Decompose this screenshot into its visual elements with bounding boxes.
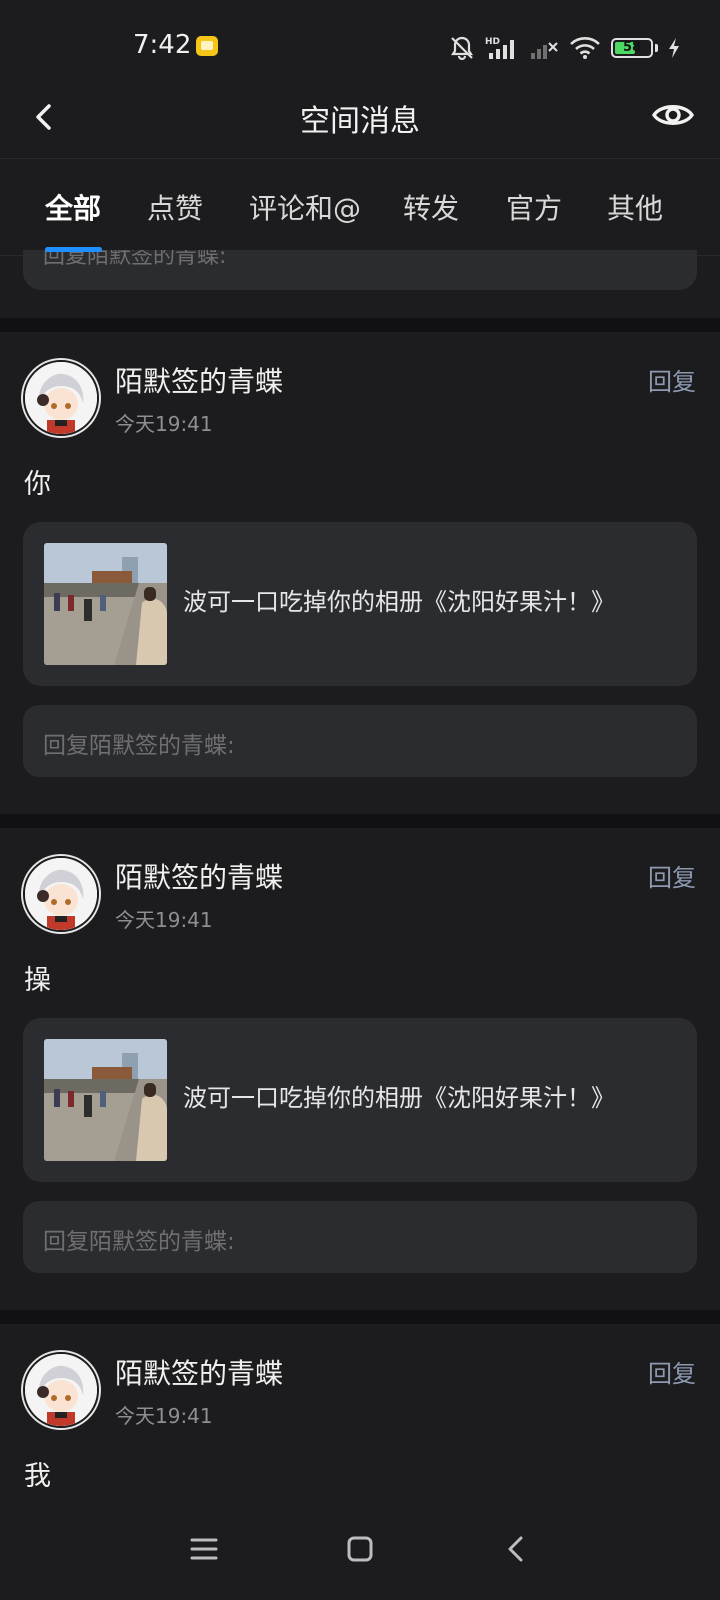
tab-likes[interactable]: 点赞 [147,187,203,227]
avatar-image [25,1354,97,1426]
bell-muted-icon [450,36,474,61]
page-title: 空间消息 [300,104,420,139]
album-thumbnail [44,543,167,665]
eye-icon [651,105,695,125]
user-name[interactable]: 陌默签的青蝶 [115,856,283,896]
album-link[interactable]: 波可一口吃掉你的相册《沈阳好果汁！》 [23,522,697,686]
tab-other[interactable]: 其他 [607,187,663,227]
album-link[interactable]: 波可一口吃掉你的相册《沈阳好果汁！》 [23,1018,697,1182]
card-separator [0,318,720,332]
status-time: 7:42 [133,30,192,60]
post-time: 今天19:41 [115,1404,213,1428]
album-thumbnail [44,1039,167,1161]
app-header: 空间消息 [0,80,720,159]
visibility-button[interactable] [648,90,698,140]
avatar-image [25,858,97,930]
reply-placeholder: 回复陌默签的青蝶: [43,250,227,269]
card-separator [0,814,720,828]
reply-placeholder: 回复陌默签的青蝶: [43,1229,235,1255]
message-card: 陌默签的青蝶 今天19:41 回复 你 波可一口吃掉你的相册《沈阳好果汁！》 回… [0,332,720,814]
avatar-image [25,362,97,434]
signal-off-icon [531,42,558,59]
charging-icon [669,38,679,58]
reply-button[interactable]: 回复 [648,362,696,397]
avatar[interactable] [23,856,99,932]
message-card: 陌默签的青蝶 今天19:41 回复 我 [0,1324,720,1500]
reply-input[interactable]: 回复陌默签的青蝶: [23,1201,697,1273]
battery-percent: 58 [622,40,642,55]
album-photo [44,543,167,665]
tab-bar: 全部 点赞 评论和@ 转发 官方 其他 [0,159,720,256]
reply-placeholder: 回复陌默签的青蝶: [43,733,235,759]
notification-badge-icon [196,36,218,56]
album-title: 波可一口吃掉你的相册《沈阳好果汁！》 [183,1084,615,1112]
home-square-icon [347,1536,373,1562]
user-name[interactable]: 陌默签的青蝶 [115,1352,283,1392]
post-time: 今天19:41 [115,908,213,932]
album-title: 波可一口吃掉你的相册《沈阳好果汁！》 [183,588,615,616]
reply-input-partial[interactable]: 回复陌默签的青蝶: [23,250,697,290]
reply-button[interactable]: 回复 [648,1354,696,1389]
battery-icon: 58 [611,38,653,58]
avatar[interactable] [23,360,99,436]
tab-active-indicator [45,247,102,252]
post-time: 今天19:41 [115,412,213,436]
avatar[interactable] [23,1352,99,1428]
status-icons: HD 58 [449,34,680,62]
comment-text: 我 [24,1461,51,1492]
tab-official[interactable]: 官方 [506,187,562,227]
tab-comments-mentions[interactable]: 评论和@ [249,187,361,227]
user-name[interactable]: 陌默签的青蝶 [115,360,283,400]
comment-text: 你 [24,469,51,500]
system-back-button[interactable] [491,1524,541,1574]
battery-tip [655,44,658,52]
reply-input[interactable]: 回复陌默签的青蝶: [23,705,697,777]
system-nav-bar [0,1500,720,1600]
back-triangle-icon [508,1536,523,1562]
tab-all[interactable]: 全部 [45,187,101,227]
comment-text: 操 [24,965,51,996]
reply-button[interactable]: 回复 [648,858,696,893]
recents-button[interactable] [179,1524,229,1574]
svg-text:HD: HD [485,37,500,47]
message-card: 陌默签的青蝶 今天19:41 回复 操 波可一口吃掉你的相册《沈阳好果汁！》 回… [0,828,720,1310]
status-bar: 7:42 HD 58 [0,0,720,90]
album-photo [44,1039,167,1161]
hd-signal-icon: HD [485,37,514,59]
tab-shares[interactable]: 转发 [403,187,459,227]
wifi-icon [570,37,600,59]
home-button[interactable] [335,1524,385,1574]
menu-icon [190,1538,218,1560]
card-separator [0,1310,720,1324]
